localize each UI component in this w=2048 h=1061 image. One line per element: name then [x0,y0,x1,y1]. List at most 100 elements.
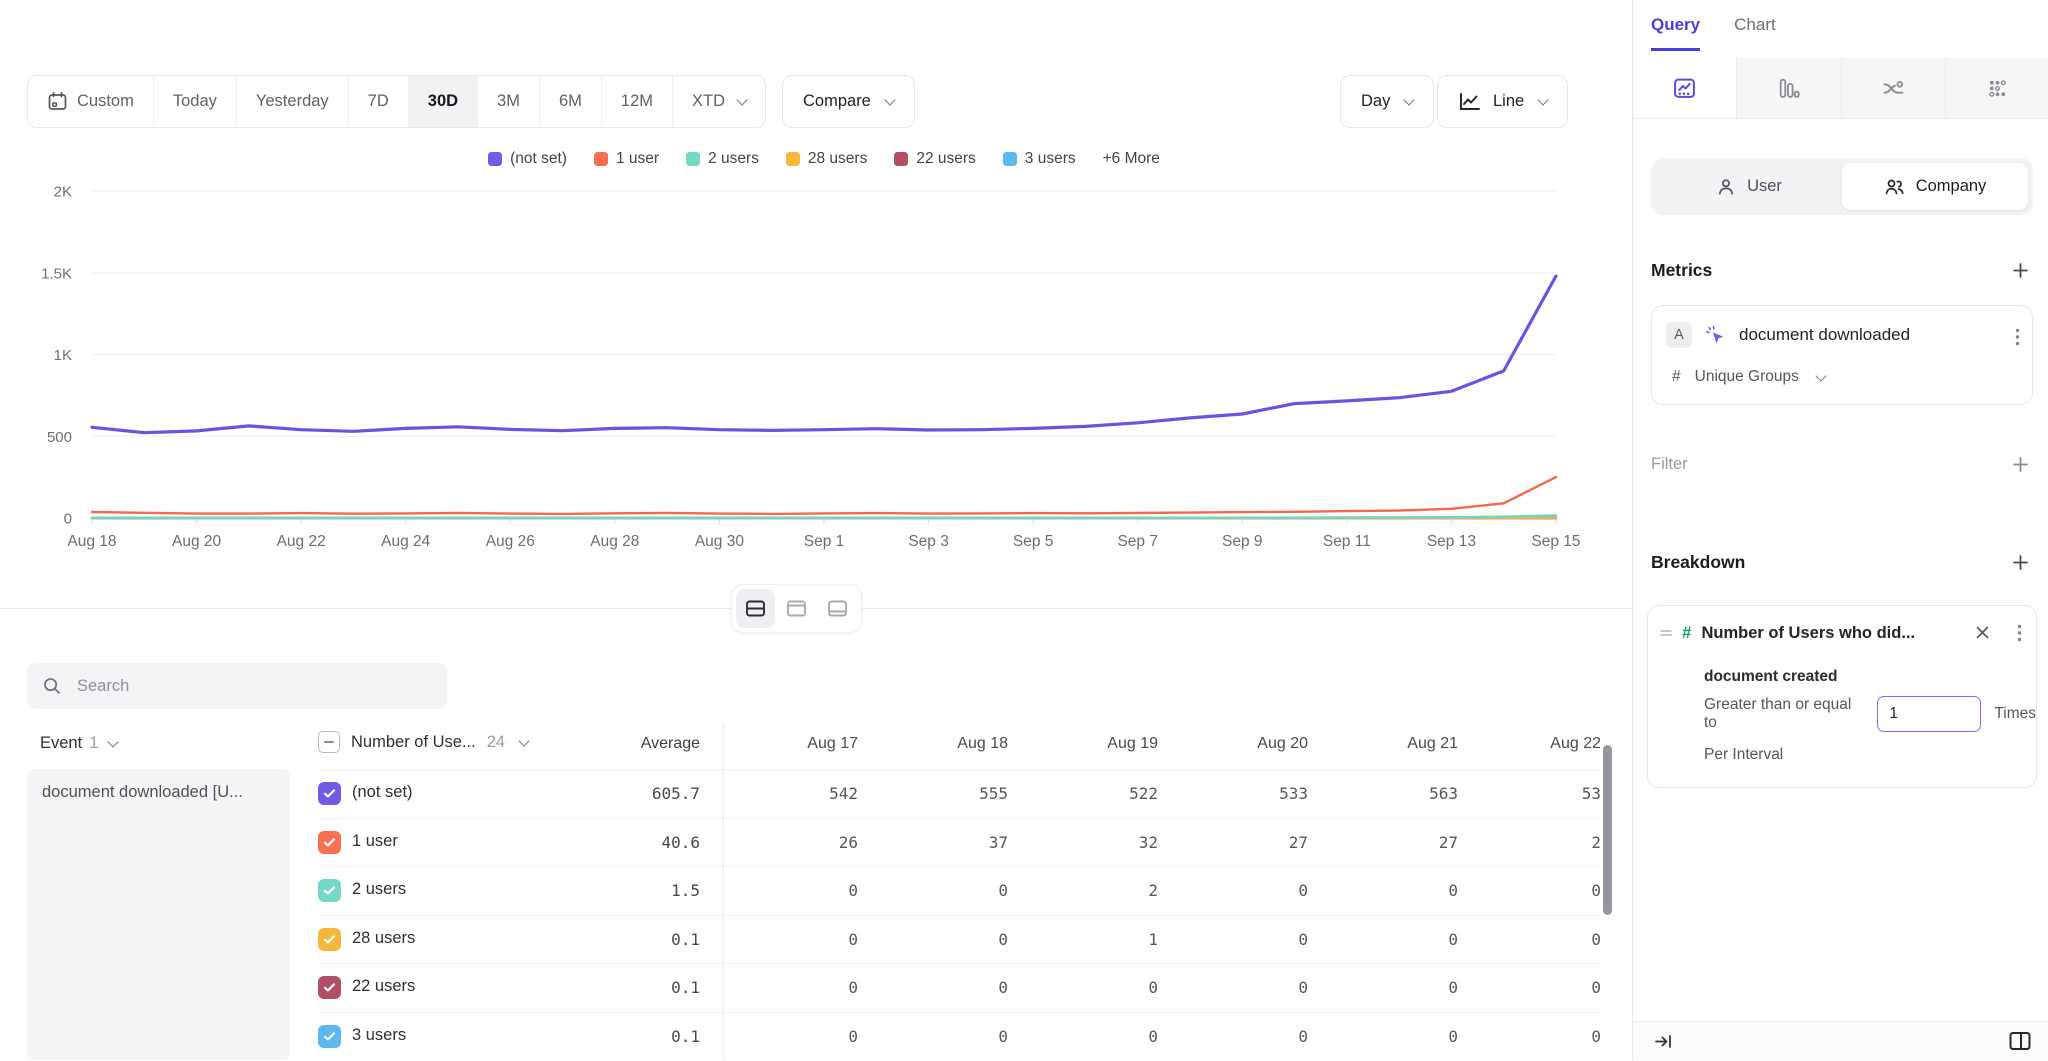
metric-card[interactable]: A document downloaded # Unique Groups [1651,305,2033,405]
cell-value: 555 [903,784,1053,803]
date-column-header[interactable]: Aug 22 [1503,735,1600,753]
range-button-today[interactable]: Today [154,76,237,127]
date-column-header[interactable]: Aug 17 [753,735,903,753]
entity-option-user[interactable]: User [1656,163,1842,210]
tab-chart[interactable]: Chart [1734,15,1776,51]
range-button-7d[interactable]: 7D [349,76,409,127]
svg-text:Aug 26: Aug 26 [486,533,535,550]
cell-value: 2 [1503,833,1600,852]
series-column-header[interactable]: Number of Use... 24 [318,731,528,753]
numeric-property-icon: # [1682,623,1691,643]
table-row: 1 user40.626373227272 [318,818,1600,867]
breakdown-event-name[interactable]: document created [1704,668,1838,686]
range-button-3m[interactable]: 3M [478,76,540,127]
chevron-down-icon [1538,94,1549,105]
insights-chart-icon[interactable] [1633,58,1736,118]
cell-value: 53 [1503,784,1600,803]
table-row: 3 users0.1000000 [318,1012,1600,1060]
flow-chart-icon[interactable] [1841,58,1945,118]
row-checkbox[interactable] [318,976,341,999]
legend-more-label[interactable]: +6 More [1103,150,1160,168]
date-range-group: CustomTodayYesterday 7D 30D3M6M12MXTD [27,75,766,128]
legend-item[interactable]: 2 users [686,150,759,168]
row-checkbox[interactable] [318,928,341,951]
breakdown-card[interactable]: # Number of Users who did... document cr… [1647,605,2037,788]
chevron-down-icon [884,94,895,105]
add-metric-button[interactable] [2008,258,2033,283]
tab-query[interactable]: Query [1651,15,1700,51]
date-column-header[interactable]: Aug 20 [1203,735,1353,753]
condition-value-input[interactable] [1877,696,1981,732]
bar-chart-icon[interactable] [1736,58,1840,118]
range-button-yesterday[interactable]: Yesterday [237,76,349,127]
legend-item[interactable]: (not set) [488,150,567,168]
date-column-header[interactable]: Aug 19 [1053,735,1203,753]
range-button-12m[interactable]: 12M [602,76,673,127]
split-view-button[interactable] [736,589,775,628]
add-breakdown-button[interactable] [2008,550,2033,575]
panel-tabs: Query Chart [1651,15,1776,51]
legend-item[interactable]: 28 users [786,150,867,168]
legend-item[interactable]: 1 user [594,150,659,168]
breakdown-title[interactable]: Number of Users who did... [1701,624,1915,643]
table-view-button[interactable] [818,589,857,628]
range-button-xtd[interactable]: XTD [673,76,765,127]
row-values: 26373227272 [753,833,1600,852]
cell-value: 32 [1053,833,1203,852]
metric-kebab-icon[interactable] [2015,328,2020,346]
svg-text:1.5K: 1.5K [41,265,72,282]
svg-text:Aug 30: Aug 30 [695,533,745,550]
row-average-value: 605.7 [560,784,700,803]
breakdown-kebab-icon[interactable] [2017,624,2022,642]
svg-text:Aug 28: Aug 28 [590,533,639,550]
cell-value: 0 [1503,930,1600,949]
legend-swatch [894,152,908,166]
per-interval-label[interactable]: Per Interval [1704,746,1783,764]
drag-handle-icon[interactable] [1660,628,1672,638]
legend-label: 1 user [616,150,659,168]
row-checkbox[interactable] [318,879,341,902]
collapse-panel-icon[interactable] [1653,1031,1674,1052]
legend-item[interactable]: 22 users [894,150,975,168]
date-column-header[interactable]: Aug 18 [903,735,1053,753]
select-all-checkbox[interactable] [318,731,340,753]
cell-value: 0 [1503,881,1600,900]
row-checkbox[interactable] [318,1025,341,1048]
event-column-header[interactable]: Event 1 [40,734,117,753]
table-scrollbar[interactable] [1603,745,1612,915]
interval-dropdown[interactable]: Day [1340,75,1434,128]
legend-item[interactable]: 3 users [1003,150,1076,168]
row-label: (not set) [352,783,413,802]
data-grid-icon[interactable] [1945,58,2048,118]
cell-value: 0 [753,930,903,949]
chart-style-dropdown[interactable]: Line [1437,75,1568,128]
legend-label: 28 users [808,150,867,168]
event-row-label[interactable]: document downloaded [U... [27,769,290,1060]
add-filter-button[interactable] [2008,452,2033,477]
range-label: 7D [368,92,389,111]
svg-text:Aug 20: Aug 20 [172,533,222,550]
chart-view-button[interactable] [777,589,816,628]
entity-company-label: Company [1916,177,1987,196]
svg-text:500: 500 [47,429,72,446]
range-button-30d[interactable]: 30D [409,76,478,127]
range-button-custom[interactable]: Custom [28,76,154,127]
calendar-icon [47,91,68,112]
entity-option-company[interactable]: Company [1842,163,2028,210]
hash-icon: # [1672,368,1681,386]
cell-value: 0 [753,1027,903,1046]
table-rows: (not set)605.7542555522533563531 user40.… [318,769,1600,1060]
cell-value: 0 [1503,1027,1600,1046]
row-checkbox[interactable] [318,782,341,805]
close-icon[interactable] [1975,625,1990,640]
row-values: 54255552253356353 [753,784,1600,803]
metric-event-name[interactable]: document downloaded [1739,325,1910,345]
compare-button[interactable]: Compare [782,75,915,128]
range-button-6m[interactable]: 6M [540,76,602,127]
split-panel-icon[interactable] [2007,1029,2033,1053]
row-checkbox[interactable] [318,831,341,854]
svg-text:Aug 22: Aug 22 [277,533,326,550]
search-input[interactable] [75,676,419,697]
date-column-header[interactable]: Aug 21 [1353,735,1503,753]
metric-aggregation-dropdown[interactable]: # Unique Groups [1672,368,1825,386]
